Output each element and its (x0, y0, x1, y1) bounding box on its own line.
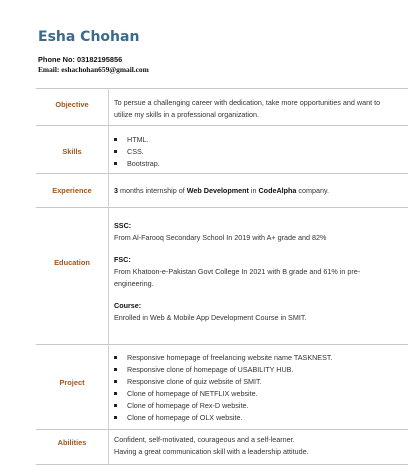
resume-name: Esha Chohan (38, 29, 140, 45)
divider (36, 88, 408, 89)
education-content: SSC: From Al-Farooq Secondary School In … (114, 220, 394, 324)
experience-company: CodeAlpha (258, 186, 297, 195)
bullet-icon (114, 138, 117, 141)
bullet-icon (114, 416, 117, 419)
skills-label: Skills (62, 147, 82, 156)
list-item: Clone of homepage of NETFLIX website. (114, 388, 394, 400)
bullet-icon (114, 356, 117, 359)
education-label: Education (54, 258, 90, 267)
skills-content: HTML. CSS. Bootstrap. (114, 134, 394, 170)
bullet-icon (114, 150, 117, 153)
project-list: Responsive homepage of freelancing websi… (114, 352, 394, 424)
abilities-line: Confident, self-motivated, courageous an… (114, 435, 295, 444)
list-item: Responsive homepage of freelancing websi… (114, 352, 394, 364)
list-item: Clone of homepage of OLX website. (114, 412, 394, 424)
project-text: Clone of homepage of NETFLIX website. (127, 389, 258, 398)
experience-field: Web Development (186, 186, 249, 195)
abilities-content: Confident, self-motivated, courageous an… (114, 434, 394, 458)
abilities-line: Having a great communication skill with … (114, 447, 309, 456)
list-item: Clone of homepage of Rex-D website. (114, 400, 394, 412)
project-text: Responsive clone of homepage of USABILIT… (127, 365, 294, 374)
education-entry-title: FSC: (114, 255, 131, 264)
divider (36, 173, 408, 174)
experience-label: Experience (52, 186, 92, 195)
education-entry-text: Enrolled in Web & Mobile App Development… (114, 313, 307, 322)
divider (36, 125, 408, 126)
column-divider (108, 88, 109, 464)
education-entry-title: SSC: (114, 221, 132, 230)
bullet-icon (114, 380, 117, 383)
phone-line: Phone No: 03182195856 (38, 55, 122, 64)
divider (36, 429, 408, 430)
project-text: Clone of homepage of Rex-D website. (127, 401, 249, 410)
education-entry-text: From Al-Farooq Secondary School In 2019 … (114, 233, 327, 242)
email-address: eshachohan659@gmail.com (61, 65, 149, 74)
experience-text: 3 months internship of Web Development i… (114, 185, 394, 197)
list-item: Responsive clone of quiz website of SMIT… (114, 376, 394, 388)
list-item: Bootstrap. (114, 158, 394, 170)
phone-label: Phone No: (38, 55, 75, 64)
skill-text: Bootstrap. (127, 159, 160, 168)
project-text: Responsive clone of quiz website of SMIT… (127, 377, 262, 386)
list-item: CSS. (114, 146, 394, 158)
bullet-icon (114, 392, 117, 395)
abilities-label: Abilities (57, 438, 87, 447)
objective-text: To persue a challenging career with dedi… (114, 98, 381, 119)
skills-list: HTML. CSS. Bootstrap. (114, 134, 394, 170)
experience-fragment: months internship of (118, 186, 187, 195)
phone-number: 03182195856 (77, 55, 123, 64)
bullet-icon (114, 404, 117, 407)
list-item: Responsive clone of homepage of USABILIT… (114, 364, 394, 376)
list-item: HTML. (114, 134, 394, 146)
bullet-icon (114, 162, 117, 165)
skill-text: CSS. (127, 147, 144, 156)
skill-text: HTML. (127, 135, 149, 144)
education-entry-title: Course: (114, 301, 142, 310)
project-content: Responsive homepage of freelancing websi… (114, 352, 394, 424)
email-line: Email: eshachohan659@gmail.com (38, 65, 149, 74)
project-text: Responsive homepage of freelancing websi… (127, 353, 333, 362)
divider (36, 344, 408, 345)
experience-fragment: company. (296, 186, 330, 195)
project-label: Project (59, 378, 85, 387)
email-label: Email: (38, 65, 60, 74)
bullet-icon (114, 368, 117, 371)
objective-label: Objective (55, 100, 89, 109)
education-entry-text: From Khatoon-e-Pakistan Govt College In … (114, 267, 361, 288)
divider (36, 464, 408, 465)
project-text: Clone of homepage of OLX website. (127, 413, 243, 422)
divider (36, 207, 408, 208)
